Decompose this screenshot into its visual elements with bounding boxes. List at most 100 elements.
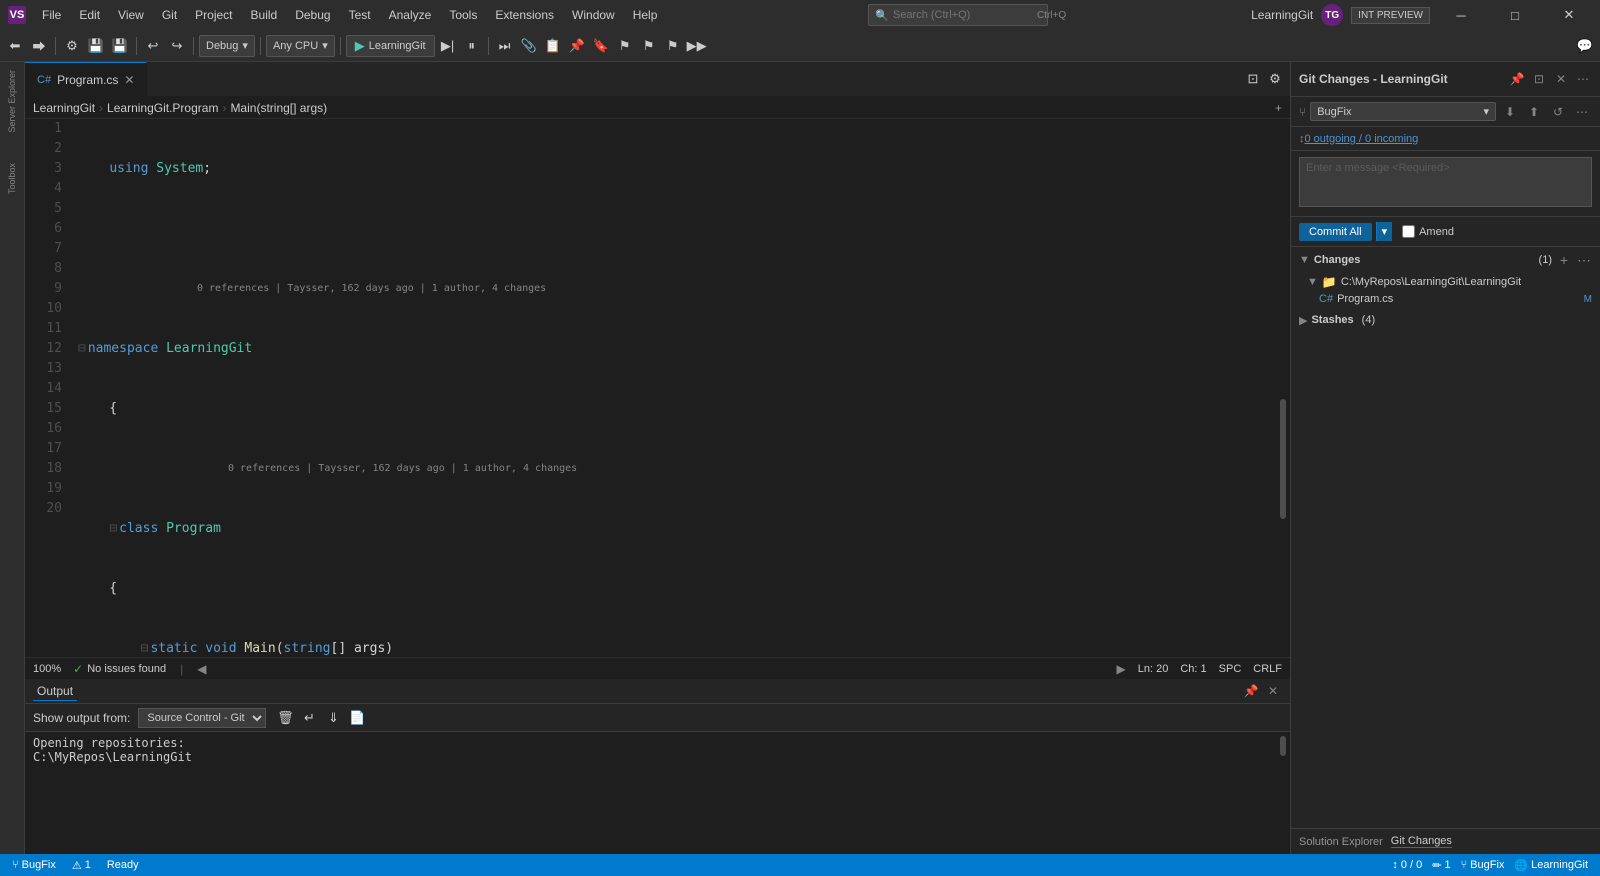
close-panel-btn[interactable]: ✕ bbox=[1264, 682, 1282, 700]
menu-help[interactable]: Help bbox=[625, 6, 666, 24]
toolbar-fwd-btn[interactable]: ⮕ bbox=[28, 35, 50, 57]
commit-dropdown-btn[interactable]: ▾ bbox=[1376, 222, 1393, 241]
commit-all-btn[interactable]: Commit All bbox=[1299, 223, 1372, 241]
menu-git[interactable]: Git bbox=[154, 6, 185, 24]
more-git-btn[interactable]: ⋯ bbox=[1572, 102, 1592, 122]
breadcrumb-project[interactable]: LearningGit bbox=[33, 101, 95, 115]
output-source-select[interactable]: Source Control - Git bbox=[138, 708, 266, 728]
issues-indicator[interactable]: ✓ No issues found bbox=[73, 662, 166, 676]
git-changes-tab[interactable]: Git Changes bbox=[1391, 835, 1452, 848]
run-btn[interactable]: ▶ LearningGit bbox=[346, 35, 435, 57]
ch-indicator[interactable]: Ch: 1 bbox=[1180, 663, 1206, 675]
scrollbar-thumb[interactable] bbox=[1280, 399, 1286, 519]
editor-settings-btn[interactable]: ⚙ bbox=[1264, 68, 1286, 90]
redo-btn[interactable]: ↪ bbox=[166, 35, 188, 57]
split-editor-btn[interactable]: ⊡ bbox=[1242, 68, 1264, 90]
menu-window[interactable]: Window bbox=[564, 6, 623, 24]
menu-view[interactable]: View bbox=[110, 6, 152, 24]
toolbar-misc8[interactable]: ▶▶ bbox=[686, 35, 708, 57]
step-btn[interactable]: ⏭ bbox=[494, 35, 516, 57]
git-branch-status[interactable]: ⑂ BugFix bbox=[8, 859, 60, 871]
output-scroll-btn[interactable]: ⇓ bbox=[322, 707, 344, 729]
user-avatar[interactable]: TG bbox=[1321, 4, 1343, 26]
menu-build[interactable]: Build bbox=[243, 6, 286, 24]
spc-indicator[interactable]: SPC bbox=[1219, 663, 1242, 675]
git-panel-more-btn[interactable]: ⋯ bbox=[1574, 70, 1592, 88]
toolbar-save-btn[interactable]: 💾 bbox=[85, 35, 107, 57]
sync-status[interactable]: ↕ 0 / 0 bbox=[1388, 859, 1426, 872]
network-status[interactable]: 🌐 LearningGit bbox=[1510, 859, 1592, 872]
cpu-dropdown[interactable]: Any CPU ▾ bbox=[266, 35, 335, 57]
toolbar-misc1[interactable]: 📎 bbox=[518, 35, 540, 57]
toolbar-misc3[interactable]: 📌 bbox=[566, 35, 588, 57]
git-panel-float-btn[interactable]: ⊡ bbox=[1530, 70, 1548, 88]
output-tab[interactable]: Output bbox=[33, 682, 77, 701]
git-panel-pin-btn[interactable]: 📌 bbox=[1508, 70, 1526, 88]
search-input[interactable] bbox=[893, 9, 1033, 21]
menu-test[interactable]: Test bbox=[341, 6, 379, 24]
outgoing-link[interactable]: 0 outgoing / 0 incoming bbox=[1305, 133, 1419, 145]
git-panel-close-btn[interactable]: ✕ bbox=[1552, 70, 1570, 88]
nav-arrows[interactable]: ◀ bbox=[197, 662, 206, 676]
output-clear-btn[interactable]: 🗑 bbox=[274, 707, 296, 729]
branch-selector[interactable]: BugFix ▾ bbox=[1310, 102, 1496, 121]
debug-config-dropdown[interactable]: Debug ▾ bbox=[199, 35, 255, 57]
undo-btn[interactable]: ↩ bbox=[142, 35, 164, 57]
maximize-btn[interactable]: □ bbox=[1492, 0, 1538, 30]
int-preview-btn[interactable]: INT PREVIEW bbox=[1351, 7, 1430, 24]
toolbar-misc2[interactable]: 📋 bbox=[542, 35, 564, 57]
feedback-btn[interactable]: 💬 bbox=[1574, 35, 1596, 57]
issues-status[interactable]: ⚠ 1 bbox=[68, 859, 95, 872]
stashes-header[interactable]: ▶ Stashes (4) bbox=[1291, 307, 1600, 333]
menu-debug[interactable]: Debug bbox=[287, 6, 338, 24]
eol-indicator[interactable]: CRLF bbox=[1253, 663, 1282, 675]
solution-explorer-tab[interactable]: Solution Explorer bbox=[1299, 836, 1383, 848]
push-btn[interactable]: ⬆ bbox=[1524, 102, 1544, 122]
tab-program-cs[interactable]: C# Program.cs ✕ bbox=[25, 62, 147, 96]
menu-extensions[interactable]: Extensions bbox=[487, 6, 562, 24]
menu-edit[interactable]: Edit bbox=[71, 6, 108, 24]
search-box[interactable]: 🔍 Ctrl+Q bbox=[868, 4, 1048, 26]
changes-more-btn[interactable]: ⋯ bbox=[1576, 252, 1592, 268]
tab-close-btn[interactable]: ✕ bbox=[124, 73, 134, 87]
close-btn[interactable]: ✕ bbox=[1546, 0, 1592, 30]
toolbar-misc6[interactable]: ⚑ bbox=[638, 35, 660, 57]
breadcrumb-class[interactable]: LearningGit.Program bbox=[107, 101, 218, 115]
minimize-btn[interactable]: ─ bbox=[1438, 0, 1484, 30]
breadcrumb-method[interactable]: Main(string[] args) bbox=[230, 101, 327, 115]
toolbar-back-btn[interactable]: ⬅ bbox=[4, 35, 26, 57]
toolbox-label[interactable]: Toolbox bbox=[7, 159, 17, 198]
breadcrumb-add-btn[interactable]: + bbox=[1275, 101, 1282, 115]
code-content[interactable]: using System; 0 references | Taysser, 16… bbox=[70, 119, 1276, 657]
output-wrap-btn[interactable]: ↵ bbox=[298, 707, 320, 729]
server-explorer-label[interactable]: Server Explorer bbox=[7, 66, 17, 137]
zoom-level[interactable]: 100% bbox=[33, 663, 61, 675]
changes-header[interactable]: ▼ Changes (1) + ⋯ bbox=[1291, 247, 1600, 273]
run-with-btn[interactable]: ▶| bbox=[437, 35, 459, 57]
pull-btn[interactable]: ⬇ bbox=[1500, 102, 1520, 122]
toolbar-misc5[interactable]: ⚑ bbox=[614, 35, 636, 57]
ln-indicator[interactable]: Ln: 20 bbox=[1138, 663, 1169, 675]
menu-analyze[interactable]: Analyze bbox=[381, 6, 440, 24]
editor-scrollbar[interactable] bbox=[1276, 119, 1290, 657]
fetch-btn[interactable]: ↺ bbox=[1548, 102, 1568, 122]
solution-config-btn[interactable]: ⚙ bbox=[61, 35, 83, 57]
output-copy-btn[interactable]: 📄 bbox=[346, 707, 368, 729]
branch-right-status[interactable]: ⑂ BugFix bbox=[1457, 859, 1509, 872]
menu-file[interactable]: File bbox=[34, 6, 69, 24]
pencil-status[interactable]: ✏ 1 bbox=[1428, 859, 1454, 872]
output-scrollbar[interactable] bbox=[1276, 732, 1290, 854]
changes-add-btn[interactable]: + bbox=[1556, 252, 1572, 268]
nav-arrow-right[interactable]: ▶ bbox=[1117, 662, 1126, 676]
amend-checkbox[interactable] bbox=[1402, 225, 1415, 238]
commit-message-input[interactable] bbox=[1299, 157, 1592, 207]
pin-panel-btn[interactable]: 📌 bbox=[1242, 682, 1260, 700]
toolbar-saveall-btn[interactable]: 💾 bbox=[109, 35, 131, 57]
output-scrollbar-thumb[interactable] bbox=[1280, 736, 1286, 756]
toolbar-misc4[interactable]: 🔖 bbox=[590, 35, 612, 57]
amend-label[interactable]: Amend bbox=[1419, 226, 1454, 238]
toolbar-misc7[interactable]: ⚑ bbox=[662, 35, 684, 57]
code-editor[interactable]: 1 2 3 4 5 6 7 8 9 10 11 12 13 14 15 16 1… bbox=[25, 119, 1290, 657]
menu-tools[interactable]: Tools bbox=[441, 6, 485, 24]
pause-btn[interactable]: ⏸ bbox=[461, 35, 483, 57]
